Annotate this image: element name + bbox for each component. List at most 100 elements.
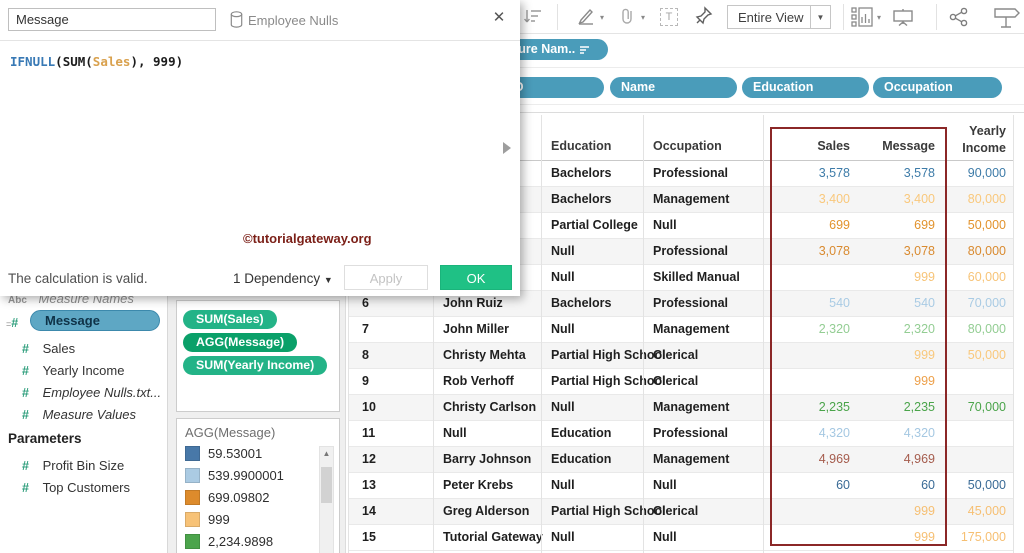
row-pill-education[interactable]: Education (742, 77, 869, 98)
cell-education: Bachelors (551, 296, 612, 310)
legend-scrollbar[interactable]: ▲ ▼ (319, 446, 334, 553)
col-header-sales[interactable]: Sales (763, 139, 850, 153)
parameter-label: Top Customers (42, 480, 130, 495)
ok-button[interactable]: OK (440, 265, 512, 290)
measure-icon: # (22, 364, 29, 378)
fit-selector-dropdown-icon[interactable]: ▼ (810, 6, 830, 28)
legend-item[interactable]: 539.9900001 (185, 468, 284, 483)
datasource-icon (230, 11, 243, 28)
cell-name: Tutorial Gateway (443, 530, 543, 544)
calculation-name-input[interactable] (8, 8, 216, 31)
marks-pill-sum-sales-[interactable]: SUM(Sales) (183, 310, 277, 329)
marks-pill-agg-message-[interactable]: AGG(Message) (183, 333, 298, 352)
pin-icon[interactable] (695, 6, 713, 26)
highlight-dropdown-icon[interactable]: ▾ (600, 13, 604, 22)
legend-label: 699.09802 (208, 490, 270, 505)
col-header-income-line1[interactable]: Yearly (940, 124, 1006, 138)
field-measure-values[interactable]: # Measure Values (22, 407, 136, 422)
cell-education: Null (551, 322, 575, 336)
row-pill-occupation[interactable]: Occupation (873, 77, 1002, 98)
table-row[interactable]: 12 Barry Johnson Education Management 4,969 4… (348, 447, 1013, 473)
share-icon[interactable] (949, 7, 969, 27)
col-header-occupation[interactable]: Occupation (653, 139, 722, 153)
marks-pill-sum-yearly-income-[interactable]: SUM(Yearly Income) (183, 356, 328, 375)
parameter-top-customers[interactable]: # Top Customers (22, 480, 130, 495)
scroll-up-icon[interactable]: ▲ (320, 449, 333, 458)
cell-name: Greg Alderson (443, 504, 530, 518)
table-row[interactable]: 11 Null Education Professional 4,320 4,320 (348, 421, 1013, 447)
cell-income: 45,000 (967, 504, 1006, 518)
grid-line (1013, 115, 1014, 553)
col-header-income-line2[interactable]: Income (940, 141, 1006, 155)
formula-token: IFNULL (10, 54, 56, 69)
parameter-profit-bin-size[interactable]: # Profit Bin Size (22, 458, 124, 473)
cell-name: John Miller (443, 322, 509, 336)
cell-message: 999 (914, 270, 935, 284)
cell-num: 9 (362, 374, 369, 388)
cell-education: Education (551, 452, 612, 466)
formula-token: 999 (153, 54, 176, 69)
cell-num: 10 (362, 400, 376, 414)
formula-token: SUM (62, 54, 86, 69)
legend-item[interactable]: 999 (185, 512, 230, 527)
field-employee-nulls-txt-[interactable]: # Employee Nulls.txt... (22, 385, 161, 400)
expand-arrow-icon[interactable] (503, 142, 511, 154)
cell-occupation: Null (653, 218, 677, 232)
watermark: ©tutorialgateway.org (243, 231, 372, 246)
cell-sales: 60 (836, 478, 850, 492)
table-row[interactable]: 9 Rob Verhoff Partial High School Clerical 9… (348, 369, 1013, 395)
field-yearly-income[interactable]: # Yearly Income (22, 363, 124, 378)
row-pill-name[interactable]: Name (610, 77, 737, 98)
apply-button[interactable]: Apply (344, 265, 428, 290)
table-row[interactable]: 13 Peter Krebs Null Null 60 60 50,000 (348, 473, 1013, 499)
pill-sort-icon (580, 46, 590, 54)
attach-dropdown-icon[interactable]: ▾ (641, 13, 645, 22)
cell-name: John Ruiz (443, 296, 503, 310)
scrollbar-thumb[interactable] (321, 467, 332, 503)
parameter-label: Profit Bin Size (42, 458, 125, 473)
parameter-icon: # (22, 459, 29, 473)
formula-editor[interactable]: IFNULL(SUM(Sales), 999) (10, 54, 183, 69)
col-header-education[interactable]: Education (551, 139, 611, 153)
tooltip-sign-icon[interactable] (993, 7, 1024, 29)
cell-income: 70,000 (967, 400, 1006, 414)
legend-item[interactable]: 699.09802 (185, 490, 269, 505)
legend-swatch (185, 512, 200, 527)
field-message[interactable]: Message (30, 310, 160, 331)
field-sales[interactable]: # Sales (22, 341, 75, 356)
table-row[interactable]: 7 John Miller Null Management 2,320 2,320 80,0… (348, 317, 1013, 343)
formula-token: Sales (92, 54, 131, 69)
cell-education: Education (551, 426, 612, 440)
grid-line (643, 115, 644, 553)
dependency-dropdown[interactable]: 1 Dependency ▼ (233, 271, 333, 286)
grid-line (763, 115, 764, 553)
cell-income: 80,000 (967, 192, 1006, 206)
presentation-mode-icon[interactable] (893, 8, 913, 26)
cell-education: Bachelors (551, 192, 612, 206)
cell-message: 699 (914, 218, 935, 232)
formula-token: ) (130, 54, 138, 69)
measure-icon: # (22, 408, 29, 422)
cell-occupation: Management (653, 192, 730, 206)
table-row[interactable]: 8 Christy Mehta Partial High School Clerica… (348, 343, 1013, 369)
legend-title: AGG(Message) (185, 425, 276, 440)
highlight-pen-icon[interactable] (577, 7, 595, 25)
close-icon[interactable]: ✕ (488, 7, 510, 29)
show-cards-dropdown-icon[interactable]: ▾ (877, 13, 881, 22)
legend-item[interactable]: 2,234.9898 (185, 534, 273, 549)
field-label: Employee Nulls.txt... (42, 385, 162, 400)
fit-selector[interactable]: Entire View ▼ (727, 5, 831, 29)
abc-icon: Abc (8, 295, 27, 306)
show-cards-icon[interactable] (851, 7, 873, 27)
sort-descending-icon[interactable] (524, 8, 544, 26)
text-annotation-icon[interactable]: T (660, 8, 678, 26)
cell-education: Null (551, 244, 575, 258)
table-row[interactable]: 14 Greg Alderson Partial High School Cleric… (348, 499, 1013, 525)
cell-income: 80,000 (967, 244, 1006, 258)
table-row[interactable]: 15 Tutorial Gateway Null Null 999 175,000 (348, 525, 1013, 551)
legend-item[interactable]: 59.53001 (185, 446, 262, 461)
cell-name: Peter Krebs (443, 478, 514, 492)
table-row[interactable]: 10 Christy Carlson Null Management 2,235 2,23… (348, 395, 1013, 421)
attach-icon[interactable] (619, 7, 635, 25)
col-header-message[interactable]: Message (863, 139, 935, 153)
